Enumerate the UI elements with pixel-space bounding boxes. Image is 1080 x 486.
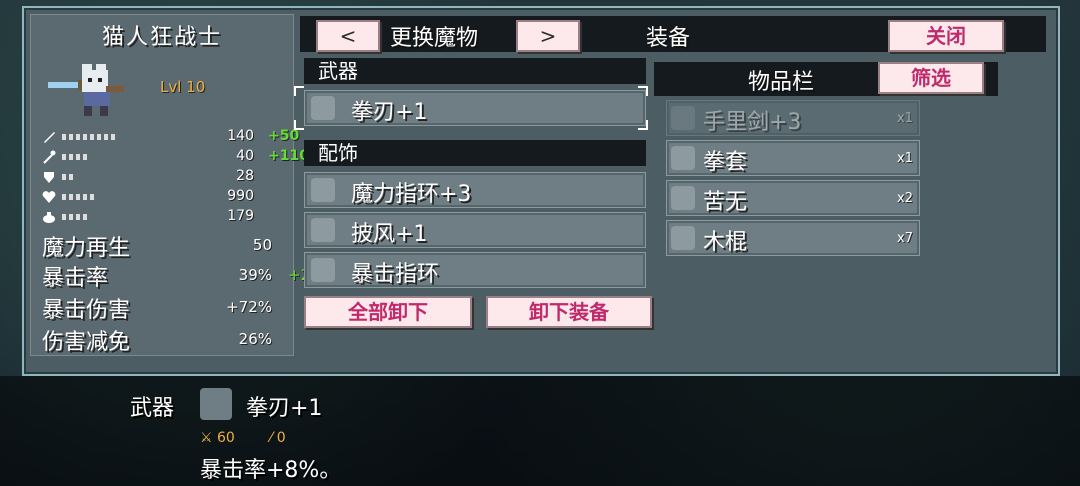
orb-icon: [43, 212, 55, 223]
stat-row-health: 990: [42, 188, 282, 206]
stat-row-magic: 40 +110: [42, 148, 309, 166]
stat-bar: [62, 174, 76, 180]
tooltip-type: 武器: [130, 396, 175, 421]
stat-label: 暴击伤害: [42, 298, 131, 323]
shield-icon: [44, 172, 54, 183]
shuriken-icon: [671, 106, 695, 130]
stat-label: 伤害减免: [42, 330, 131, 355]
weapon-slot[interactable]: 拳刃+1: [304, 90, 646, 126]
ring-icon: [311, 258, 335, 282]
stat-bar: [62, 214, 90, 220]
accessory-section-header: 配饰: [304, 140, 646, 166]
tooltip-magic: ⁄ 0: [270, 430, 286, 446]
item-name: 手里剑+3: [703, 110, 802, 135]
item-count: x2: [897, 191, 913, 206]
stat-crit-damage: 暴击伤害 +72%: [42, 292, 292, 323]
item-count: x7: [897, 231, 913, 246]
item-name: 苦无: [703, 190, 748, 215]
ring-icon: [311, 178, 335, 202]
stat-row-mana: 179: [42, 208, 282, 226]
tab-equipment[interactable]: 装备: [646, 20, 690, 52]
stat-bar: [62, 194, 97, 200]
stat-label: 魔力再生: [42, 236, 131, 261]
character-name: 猫人狂战士: [101, 25, 222, 50]
stat-mana-regen: 魔力再生 50: [42, 230, 292, 261]
level-label: Lvl 10: [160, 78, 206, 96]
stat-bar: [62, 134, 118, 140]
stat-damage-reduction: 伤害减免 26%: [42, 324, 292, 355]
tooltip-item-name: 拳刃+1: [246, 396, 323, 421]
kunai-icon: [671, 186, 695, 210]
accessory-slot[interactable]: 魔力指环+3: [304, 172, 646, 208]
inventory-item[interactable]: 手里剑+3 x1: [666, 100, 920, 136]
filter-button[interactable]: 筛选: [878, 62, 984, 94]
stat-bar: [62, 154, 90, 160]
accessory-name: 魔力指环+3: [351, 182, 472, 207]
inventory-item[interactable]: 木棍 x7: [666, 220, 920, 256]
stat-value: 990: [227, 188, 254, 204]
stat-value: +72%: [226, 298, 272, 316]
accessory-slot[interactable]: 暴击指环: [304, 252, 646, 288]
item-name: 木棍: [703, 230, 748, 255]
stat-value: 26%: [238, 330, 272, 348]
claw-blade-icon: [200, 388, 232, 420]
tooltip-effect: 暴击率+8%。: [200, 458, 342, 483]
cloak-icon: [311, 218, 335, 242]
item-count: x1: [897, 151, 913, 166]
tooltip-attack: ⚔ 60: [200, 430, 235, 446]
selection-corner: [294, 86, 304, 96]
item-name: 拳套: [703, 150, 748, 175]
stat-value: 28: [236, 168, 254, 184]
accessory-slot[interactable]: 披风+1: [304, 212, 646, 248]
item-count: x1: [897, 111, 913, 126]
stat-bonus: +50: [268, 128, 300, 144]
accessory-name: 暴击指环: [351, 262, 440, 287]
stat-bonus: +110: [268, 148, 309, 164]
change-monster-label: 更换魔物: [390, 26, 479, 51]
stat-value: 140: [227, 128, 254, 144]
staff-icon: [43, 150, 56, 164]
unequip-all-button[interactable]: 全部卸下: [304, 296, 472, 328]
close-button[interactable]: 关闭: [888, 20, 1004, 52]
stat-value: 40: [236, 148, 254, 164]
stat-value: 179: [227, 208, 254, 224]
stat-crit-rate: 暴击率 39% +2%: [42, 260, 324, 291]
claw-blade-icon: [311, 96, 335, 120]
weapon-section-header: 武器: [304, 58, 646, 84]
stat-row-defense: 28: [42, 168, 282, 186]
weapon-name: 拳刃+1: [351, 100, 428, 125]
stat-value: 50: [252, 236, 272, 254]
prev-monster-button[interactable]: <: [316, 20, 380, 52]
inventory-item[interactable]: 苦无 x2: [666, 180, 920, 216]
stat-label: 暴击率: [42, 266, 109, 291]
gauntlet-icon: [671, 146, 695, 170]
selection-corner: [638, 120, 648, 130]
heart-icon: [42, 191, 56, 203]
attack-value: 60: [217, 430, 235, 446]
cat-warrior-sprite: [48, 64, 124, 116]
unequip-button[interactable]: 卸下装备: [486, 296, 652, 328]
stick-icon: [671, 226, 695, 250]
sword-icon: [44, 132, 55, 143]
accessory-name: 披风+1: [351, 222, 428, 247]
inventory-title: 物品栏: [748, 70, 815, 95]
stat-value: 39%: [238, 266, 272, 284]
magic-value: 0: [276, 430, 286, 446]
stat-row-attack: 140 +50: [42, 128, 299, 146]
selection-corner: [294, 120, 304, 130]
inventory-item[interactable]: 拳套 x1: [666, 140, 920, 176]
selection-corner: [638, 86, 648, 96]
next-monster-button[interactable]: >: [516, 20, 580, 52]
